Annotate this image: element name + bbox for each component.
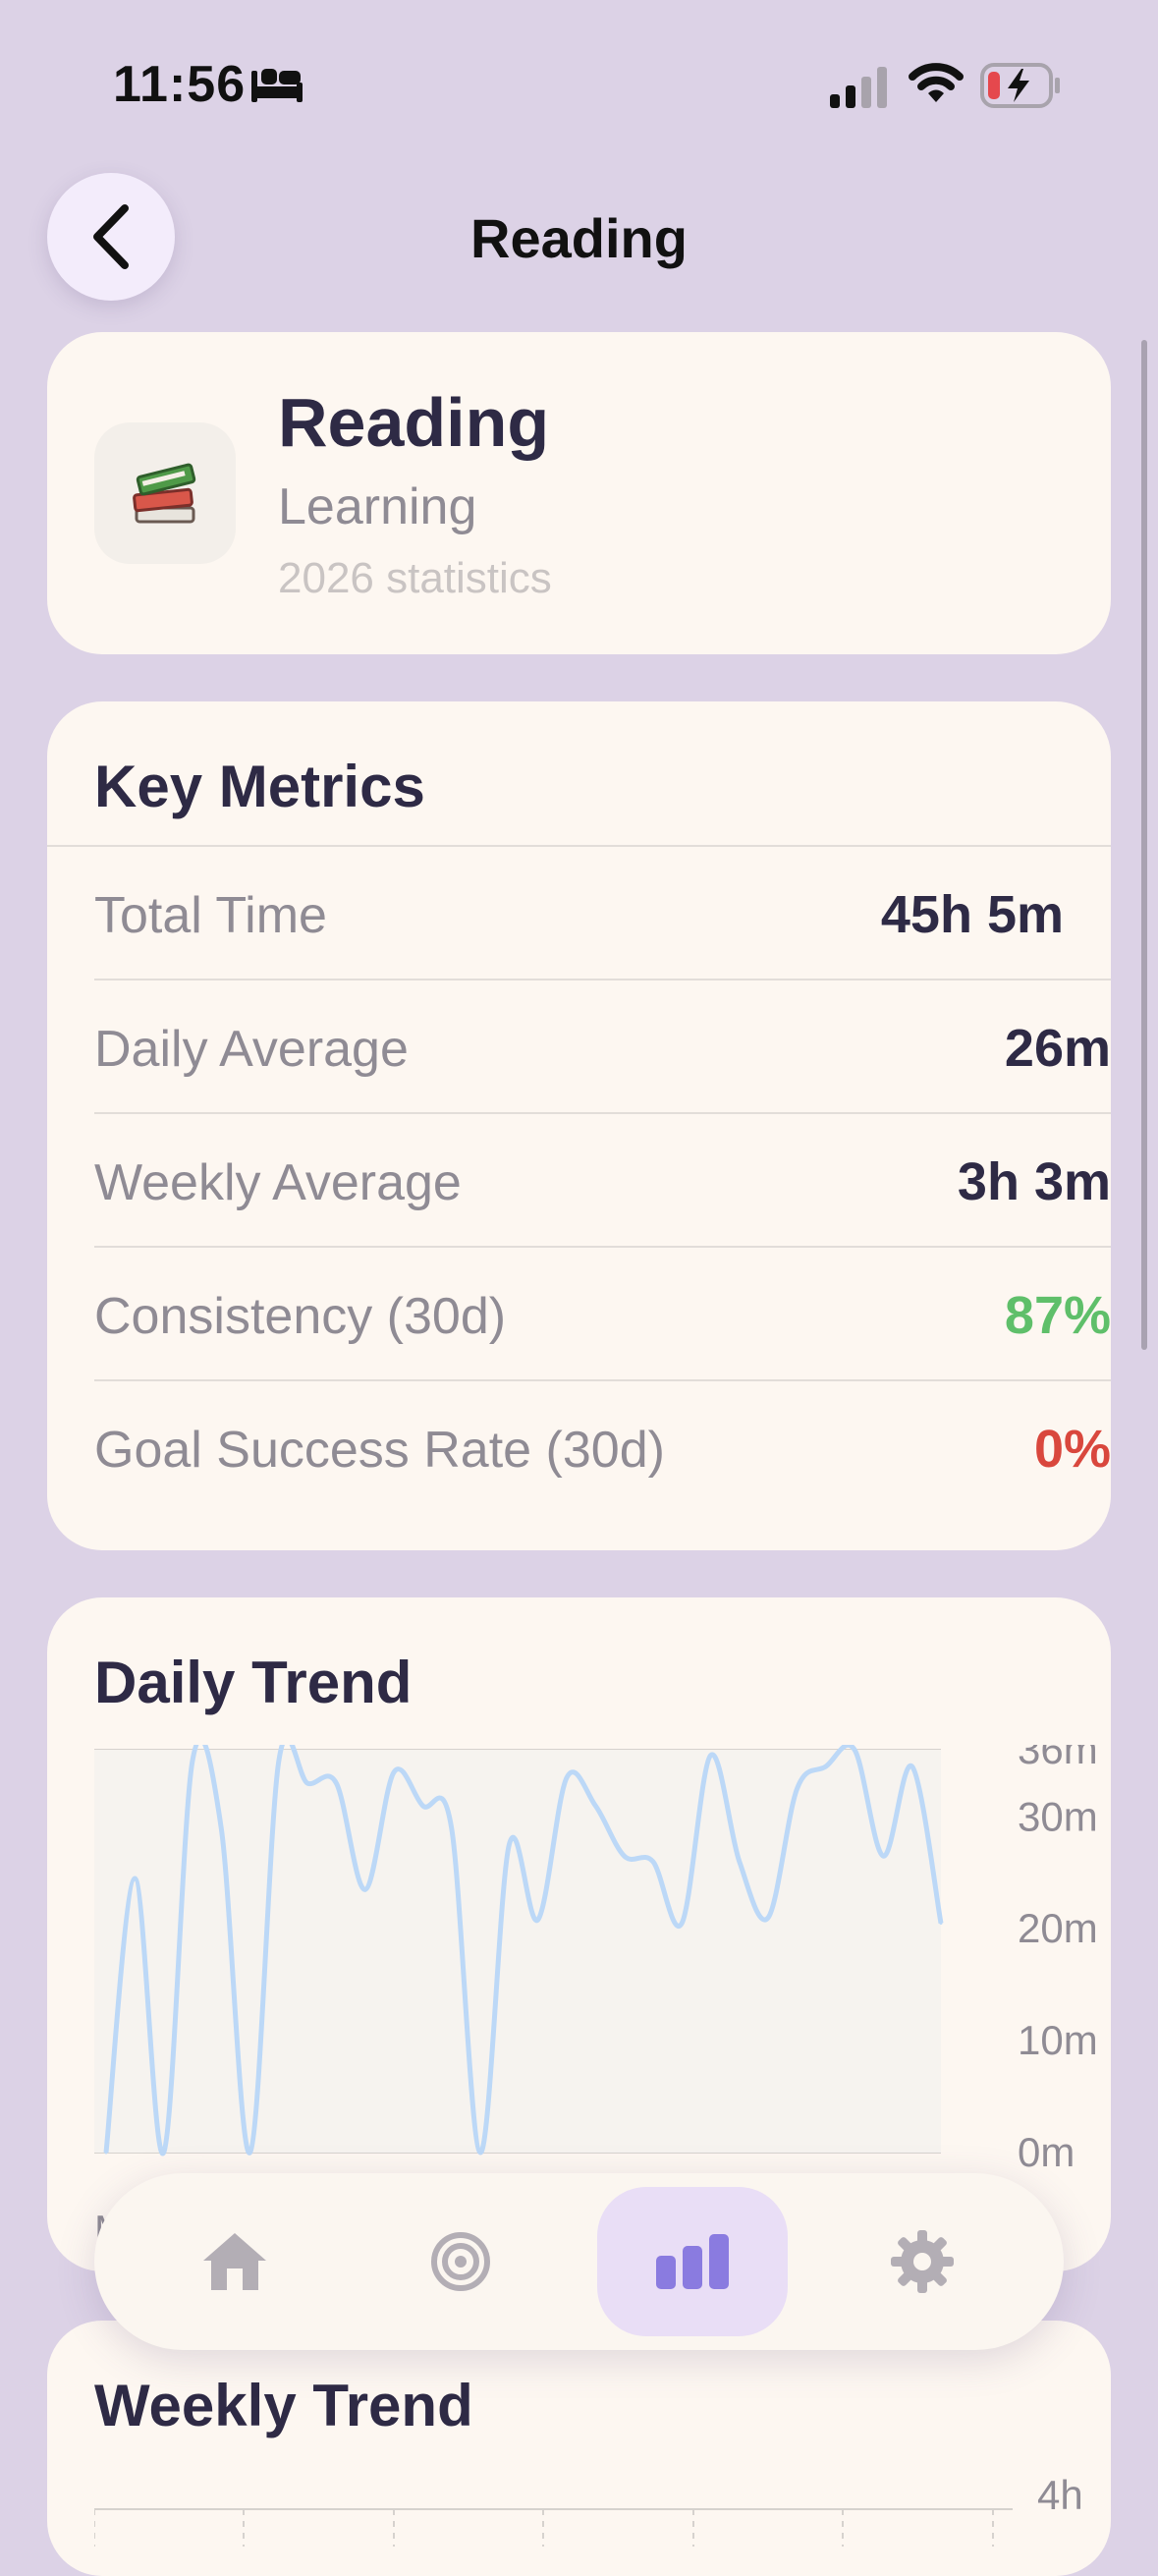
activity-title: Reading bbox=[278, 384, 550, 461]
data-point bbox=[248, 2151, 252, 2155]
bed-icon bbox=[251, 69, 303, 102]
data-point bbox=[536, 1918, 540, 1922]
tab-home[interactable] bbox=[139, 2187, 330, 2336]
tab-settings[interactable] bbox=[827, 2187, 1018, 2336]
weekly-trend-chart: 4h bbox=[94, 2472, 1083, 2547]
metric-row-consistency: Consistency (30d) 87% bbox=[94, 1246, 1111, 1381]
battery-icon bbox=[980, 63, 1060, 108]
daily-trend-title: Daily Trend bbox=[94, 1650, 413, 1715]
metric-value: 26m bbox=[1004, 1019, 1111, 1078]
data-point bbox=[766, 1916, 770, 1920]
daily-trend-area bbox=[94, 1750, 941, 2153]
metric-row-total-time: Total Time 45h 5m bbox=[47, 845, 1111, 980]
data-point bbox=[651, 1860, 655, 1864]
data-point bbox=[507, 1843, 511, 1847]
data-point bbox=[219, 1826, 223, 1830]
data-point bbox=[305, 1781, 309, 1785]
page-title: Reading bbox=[470, 207, 688, 269]
metric-label: Daily Average bbox=[94, 1021, 409, 1078]
data-point bbox=[623, 1854, 627, 1858]
data-point bbox=[277, 1759, 281, 1763]
data-point bbox=[680, 1922, 684, 1926]
metric-row-goal-success: Goal Success Rate (30d) 0% bbox=[94, 1379, 1111, 1515]
bar-chart-icon bbox=[656, 2234, 729, 2289]
home-icon bbox=[203, 2233, 266, 2290]
data-point bbox=[738, 1860, 742, 1864]
metric-label: Weekly Average bbox=[94, 1154, 462, 1211]
data-point bbox=[795, 1787, 799, 1791]
tab-bar bbox=[94, 2173, 1064, 2350]
data-point bbox=[334, 1781, 338, 1785]
metric-label: Total Time bbox=[94, 887, 327, 944]
data-point bbox=[593, 1804, 597, 1808]
y-tick-label: 0m bbox=[1018, 2129, 1075, 2175]
data-point bbox=[420, 1804, 424, 1808]
data-point bbox=[478, 2151, 482, 2155]
status-bar: 11:56 bbox=[0, 0, 1158, 147]
metric-row-daily-average: Daily Average 26m bbox=[94, 979, 1111, 1114]
scrollbar[interactable] bbox=[1141, 340, 1147, 1350]
data-point bbox=[450, 1826, 454, 1830]
data-point bbox=[392, 1770, 396, 1774]
data-point bbox=[709, 1754, 713, 1758]
metric-label: Consistency (30d) bbox=[94, 1288, 507, 1345]
metric-value: 0% bbox=[1033, 1420, 1111, 1479]
y-tick-label: 20m bbox=[1018, 1905, 1098, 1951]
data-point bbox=[853, 1748, 856, 1752]
signal-icon bbox=[830, 67, 887, 108]
weekly-trend-card: Weekly Trend 4h bbox=[47, 2321, 1111, 2576]
y-tick-label: 30m bbox=[1018, 1793, 1098, 1839]
y-tick-label: 10m bbox=[1018, 2017, 1098, 2063]
metric-row-weekly-average: Weekly Average 3h 3m bbox=[94, 1112, 1111, 1248]
weekly-trend-title: Weekly Trend bbox=[94, 2373, 473, 2438]
tab-goals[interactable] bbox=[365, 2187, 556, 2336]
data-point bbox=[881, 1854, 885, 1858]
status-time: 11:56 bbox=[113, 56, 247, 113]
data-point bbox=[939, 1922, 943, 1926]
metric-label: Goal Success Rate (30d) bbox=[94, 1422, 665, 1479]
data-point bbox=[104, 2151, 108, 2155]
data-point bbox=[910, 1764, 914, 1768]
target-icon bbox=[431, 2232, 490, 2291]
metric-value: 3h 3m bbox=[957, 1152, 1111, 1211]
key-metrics-card: Key Metrics Total Time 45h 5m Daily Aver… bbox=[47, 701, 1111, 1550]
metric-value: 87% bbox=[1004, 1286, 1111, 1345]
data-point bbox=[824, 1764, 828, 1768]
daily-trend-card: Daily Trend 0m10m20m30m36m M bbox=[47, 1597, 1111, 2271]
data-point bbox=[363, 1887, 367, 1891]
activity-icon bbox=[94, 422, 236, 564]
gear-icon bbox=[891, 2230, 954, 2293]
books-icon bbox=[133, 463, 196, 524]
data-point bbox=[565, 1775, 569, 1779]
activity-header-card: Reading Learning 2026 statistics bbox=[47, 332, 1111, 654]
data-point bbox=[133, 1876, 137, 1880]
activity-subtitle: 2026 statistics bbox=[278, 554, 552, 602]
data-point bbox=[162, 2151, 166, 2155]
y-tick-label: 36m bbox=[1018, 1745, 1098, 1772]
activity-category: Learning bbox=[278, 478, 477, 535]
key-metrics-title: Key Metrics bbox=[94, 754, 425, 819]
wifi-icon bbox=[909, 63, 964, 102]
tab-stats[interactable] bbox=[597, 2187, 788, 2336]
data-point bbox=[191, 1759, 194, 1763]
metric-value: 45h 5m bbox=[880, 885, 1064, 944]
